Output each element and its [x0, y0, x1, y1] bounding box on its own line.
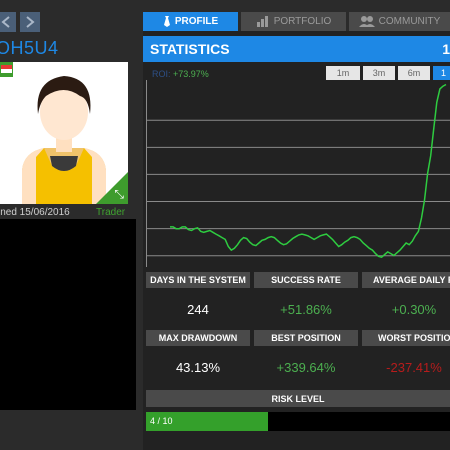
chart-grid [146, 80, 450, 267]
people-icon [358, 16, 375, 27]
drawdown-value: 43.13% [175, 360, 221, 375]
rank-label: Trader [96, 207, 126, 218]
tab-portfolio[interactable]: PORTFOLIO [241, 12, 346, 31]
prev-button[interactable] [0, 12, 16, 32]
best-position-label: BEST POSITION [254, 330, 358, 346]
joined-date: ined 15/06/2016 [0, 207, 70, 218]
worst-position-value: -237.41% [386, 360, 442, 375]
period-1y-button[interactable]: 1 [433, 66, 450, 80]
success-value: +51.86% [280, 302, 332, 317]
drawdown-label: MAX DRAWDOWN [146, 330, 250, 346]
period-1m-button[interactable]: 1m [326, 66, 360, 80]
tab-community-label: COMMUNITY [378, 16, 441, 27]
tab-profile-label: PROFILE [174, 16, 219, 27]
success-label: SUCCESS RATE [254, 272, 358, 288]
period-3m-button[interactable]: 3m [363, 66, 395, 80]
worst-position-label: WORST POSITION [362, 330, 450, 346]
statistics-title: STATISTICS [150, 41, 230, 57]
chevron-left-icon [1, 16, 10, 28]
avg-daily-label: AVERAGE DAILY PA [362, 272, 450, 288]
performance-value: +73.97% [173, 69, 209, 79]
username: OH5U4 [0, 38, 59, 58]
days-label: DAYS IN THE SYSTEM [146, 272, 250, 288]
tab-portfolio-label: PORTFOLIO [273, 16, 332, 27]
tab-community[interactable]: COMMUNITY [349, 12, 450, 31]
statistics-header: STATISTICS 1 [143, 36, 450, 62]
avatar: ⤡ [0, 62, 128, 204]
risk-level-bar: 4 / 10 [146, 412, 450, 431]
days-value: 244 [187, 302, 209, 317]
next-button[interactable] [20, 12, 40, 32]
info-panel [0, 219, 136, 410]
risk-level-label: RISK LEVEL [146, 390, 450, 407]
flag-icon [0, 62, 13, 77]
performance-line [170, 83, 447, 259]
tab-profile[interactable]: PROFILE [143, 12, 238, 31]
chevron-right-icon [26, 16, 35, 28]
best-position-value: +339.64% [276, 360, 336, 375]
trend-icon: ⤡ [114, 187, 124, 201]
tie-icon [163, 16, 170, 27]
period-6m-button[interactable]: 6m [398, 66, 430, 80]
performance-chart [146, 80, 450, 267]
risk-level-value: 4 / 10 [150, 416, 173, 426]
performance-label: ROI: [152, 69, 171, 79]
avg-daily-value: +0.30% [391, 302, 437, 317]
statistics-title-edge: 1 [442, 41, 450, 57]
bar-chart-icon [256, 16, 268, 27]
